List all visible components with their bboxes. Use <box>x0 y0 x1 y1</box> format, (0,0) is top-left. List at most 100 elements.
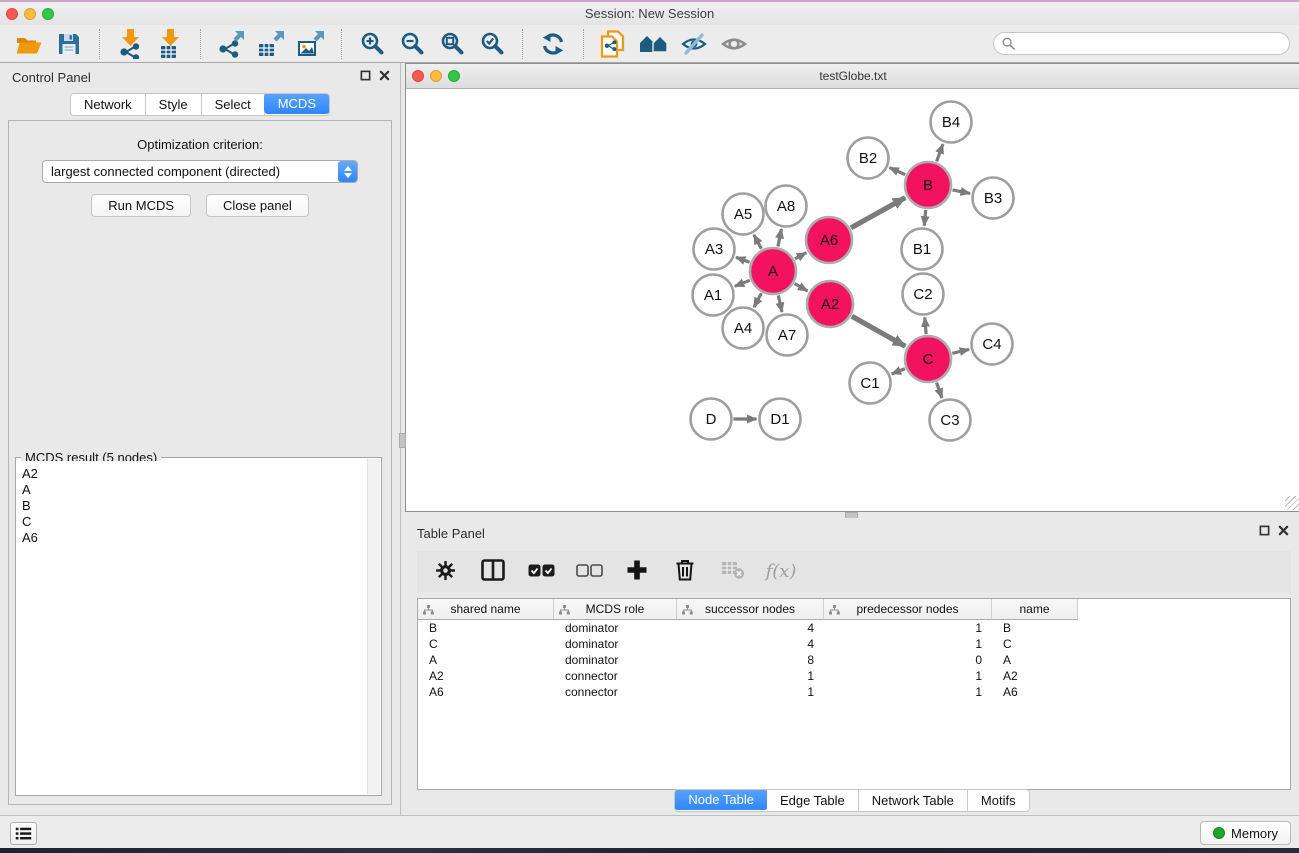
column-header-shared-name[interactable]: shared name <box>418 599 554 620</box>
table-cell[interactable]: dominator <box>554 637 677 651</box>
graph-node-C3[interactable]: C3 <box>930 400 971 441</box>
network-minimize-button[interactable] <box>430 70 442 82</box>
graph-node-A6[interactable]: A6 <box>806 217 852 263</box>
hide-selected-button[interactable] <box>677 28 711 60</box>
graph-edge-A-A2[interactable] <box>795 284 808 292</box>
graph-node-C2[interactable]: C2 <box>903 274 944 315</box>
table-cell[interactable]: 1 <box>824 685 992 699</box>
table-cell[interactable]: A2 <box>992 669 1078 683</box>
graph-node-A5[interactable]: A5 <box>723 194 764 235</box>
tab-node-table[interactable]: Node Table <box>674 789 768 810</box>
graph-node-A[interactable]: A <box>750 248 796 294</box>
network-canvas[interactable]: B4B2BB3A8A5A6A3B1AA1C2A2A4A7C4CC1C3DD1 <box>406 90 1299 511</box>
graph-node-D1[interactable]: D1 <box>760 399 801 440</box>
graph-edge-A-A4[interactable] <box>754 293 762 307</box>
graph-edge-A-A7[interactable] <box>778 295 782 312</box>
tab-edge-table[interactable]: Edge Table <box>767 790 859 811</box>
graph-node-C[interactable]: C <box>905 336 951 382</box>
graph-node-B3[interactable]: B3 <box>973 178 1014 219</box>
tab-mcds[interactable]: MCDS <box>264 93 330 114</box>
mcds-result-item[interactable]: A <box>22 482 366 498</box>
column-header-successor-nodes[interactable]: successor nodes <box>677 599 824 620</box>
graph-node-A3[interactable]: A3 <box>694 229 735 270</box>
open-session-button[interactable] <box>12 28 46 60</box>
tab-select[interactable]: Select <box>202 94 265 115</box>
table-row[interactable]: Adominator80A <box>418 652 1290 668</box>
graph-node-D[interactable]: D <box>691 399 732 440</box>
float-panel-icon[interactable] <box>360 70 371 81</box>
graph-node-C1[interactable]: C1 <box>850 363 891 404</box>
table-cell[interactable]: 4 <box>677 621 824 635</box>
mcds-result-list[interactable]: A2ABCA6 <box>17 461 366 794</box>
graph-edge-A-A8[interactable] <box>778 229 782 247</box>
optimization-criterion-dropdown[interactable]: largest connected component (directed) <box>42 160 358 183</box>
graph-edge-A2-C[interactable] <box>852 316 906 346</box>
first-neighbors-button[interactable] <box>637 28 671 60</box>
splitter-handle-vertical[interactable] <box>399 433 406 448</box>
network-zoom-button[interactable] <box>448 70 460 82</box>
table-cell[interactable]: 1 <box>824 637 992 651</box>
table-cell[interactable]: dominator <box>554 621 677 635</box>
graph-edge-C-C3[interactable] <box>937 383 943 398</box>
graph-edge-A-A1[interactable] <box>735 280 750 286</box>
graph-edge-B-B4[interactable] <box>937 144 943 161</box>
table-cell[interactable]: connector <box>554 685 677 699</box>
graph-edge-A-A5[interactable] <box>754 235 762 249</box>
delete-column-button[interactable] <box>667 557 703 587</box>
refresh-layout-button[interactable] <box>536 28 570 60</box>
table-cell[interactable]: A6 <box>992 685 1078 699</box>
search-input[interactable] <box>1020 37 1281 51</box>
zoom-selected-button[interactable] <box>475 28 509 60</box>
table-cell[interactable]: 4 <box>677 637 824 651</box>
graph-edge-C-C1[interactable] <box>892 369 905 374</box>
deselect-all-button[interactable] <box>571 557 607 587</box>
graph-node-A7[interactable]: A7 <box>767 315 808 356</box>
graph-edge-B-B2[interactable] <box>889 168 905 175</box>
table-cell[interactable]: 1 <box>824 669 992 683</box>
window-resize-grip[interactable] <box>1285 496 1299 510</box>
zoom-in-button[interactable] <box>355 28 389 60</box>
add-column-button[interactable] <box>619 557 655 587</box>
column-header-MCDS-role[interactable]: MCDS role <box>554 599 677 620</box>
tab-network-table[interactable]: Network Table <box>859 790 968 811</box>
graph-edge-A-A6[interactable] <box>795 253 806 259</box>
tab-style[interactable]: Style <box>146 94 202 115</box>
import-network-button[interactable] <box>113 28 147 60</box>
table-cell[interactable]: C <box>992 637 1078 651</box>
graph-edge-A-A3[interactable] <box>736 257 750 262</box>
task-history-button[interactable] <box>10 822 37 845</box>
graph-edge-C-C4[interactable] <box>952 349 969 353</box>
export-network-button[interactable] <box>214 28 248 60</box>
close-panel-icon[interactable] <box>379 70 390 81</box>
gear-button[interactable] <box>427 557 463 587</box>
float-table-panel-icon[interactable] <box>1259 525 1270 536</box>
table-cell[interactable]: C <box>418 637 554 651</box>
zoom-window-button[interactable] <box>42 8 54 20</box>
table-row[interactable]: A2connector11A2 <box>418 668 1290 684</box>
table-cell[interactable]: A <box>992 653 1078 667</box>
graph-node-A2[interactable]: A2 <box>807 281 853 327</box>
save-session-button[interactable] <box>52 28 86 60</box>
zoom-fit-button[interactable] <box>435 28 469 60</box>
table-cell[interactable]: B <box>992 621 1078 635</box>
table-cell[interactable]: A6 <box>418 685 554 699</box>
mcds-result-item[interactable]: A2 <box>22 466 366 482</box>
table-cell[interactable]: 1 <box>677 685 824 699</box>
graph-node-C4[interactable]: C4 <box>972 324 1013 365</box>
table-cell[interactable]: A <box>418 653 554 667</box>
mcds-list-scrollbar[interactable] <box>367 459 380 794</box>
run-mcds-button[interactable]: Run MCDS <box>91 194 191 217</box>
graph-edge-B-B1[interactable] <box>924 210 926 226</box>
graph-node-A8[interactable]: A8 <box>766 186 807 227</box>
graph-node-B1[interactable]: B1 <box>902 229 943 270</box>
tab-motifs[interactable]: Motifs <box>968 790 1029 811</box>
table-cell[interactable]: 1 <box>824 621 992 635</box>
column-layout-button[interactable] <box>475 557 511 587</box>
table-row[interactable]: Bdominator41B <box>418 620 1290 636</box>
show-all-button[interactable] <box>717 28 751 60</box>
memory-button[interactable]: Memory <box>1200 821 1291 845</box>
table-cell[interactable]: 8 <box>677 653 824 667</box>
search-field[interactable] <box>993 32 1290 55</box>
close-panel-button[interactable]: Close panel <box>206 194 309 217</box>
zoom-out-button[interactable] <box>395 28 429 60</box>
